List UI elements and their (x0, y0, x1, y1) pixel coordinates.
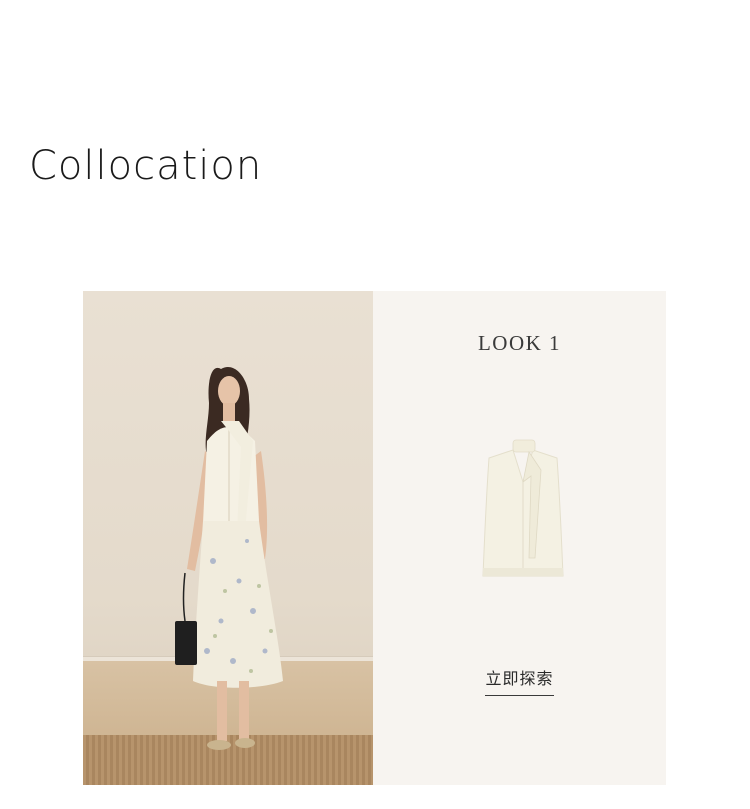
explore-now-label: 立即探索 (485, 665, 554, 696)
product-vest-image[interactable] (473, 436, 573, 586)
look-detail-panel: LOOK 1 立即探索 (373, 291, 666, 785)
look-card: LOOK 1 立即探索 (83, 291, 666, 785)
explore-now-link[interactable]: 立即探索 (373, 665, 666, 696)
look-label: LOOK 1 (477, 331, 562, 355)
model-outfit-photo[interactable] (83, 291, 373, 785)
section-title: Collocation (29, 143, 263, 189)
model-figure-illustration (175, 367, 283, 750)
